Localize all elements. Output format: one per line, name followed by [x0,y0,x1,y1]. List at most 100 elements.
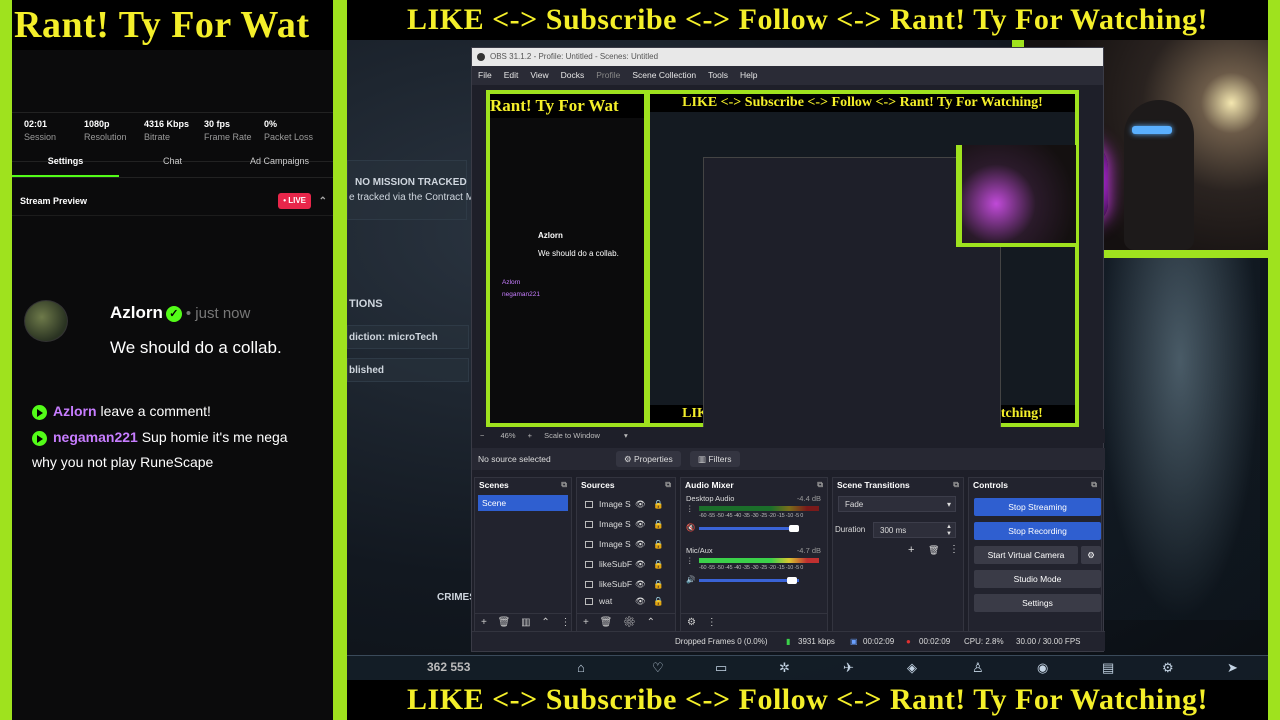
chat-icon[interactable]: ▭ [715,660,727,676]
filters-button[interactable]: ▥ Filters [690,451,740,467]
eye-icon[interactable]: 👁 [635,514,646,534]
zoom-level[interactable]: 46% [500,431,515,440]
transition-select[interactable]: Fade ▾ [838,496,956,512]
map-icon[interactable]: ◈ [907,660,917,676]
gear-icon[interactable]: ⚙ [1081,546,1101,564]
chevron-up-icon[interactable]: ⌃ [319,189,327,215]
filter-icon[interactable]: ▥ [521,617,530,628]
scale-mode-select[interactable]: Scale to Window [544,431,600,440]
studio-mode-button[interactable]: Studio Mode [974,570,1101,588]
person-icon[interactable]: ♙ [972,660,984,676]
trash-icon[interactable]: 🗑 [928,545,939,556]
streamer [1124,100,1194,250]
stream-preview-header[interactable]: Stream Preview • LIVE ⌃ [12,188,333,216]
menu-help[interactable]: Help [740,66,757,85]
menu-docks[interactable]: Docks [561,66,585,85]
obs-titlebar[interactable]: OBS 31.1.2 - Profile: Untitled - Scenes:… [472,48,1103,66]
menu-tools[interactable]: Tools [708,66,728,85]
spin-icon[interactable]: ▲ ▼ [946,524,952,538]
menu-file[interactable]: File [478,66,492,85]
source-item[interactable]: Image S 👁 🔒 [577,514,675,534]
glasses [1132,126,1172,134]
scene-transitions-dock: Scene Transitions Fade▾ Duration 300 ms▲… [832,477,964,632]
helmet-icon[interactable]: ◉ [1037,660,1048,676]
source-item[interactable]: Image S 👁 🔒 [577,534,675,554]
sources-list: Image S 👁 🔒 Image S 👁 🔒 Image S 👁 🔒 likeSubF 👁 🔒… [577,492,675,608]
chat-event: negaman221 Sup homie it's me nega [32,429,288,446]
stop-recording-button[interactable]: Stop Recording [974,522,1101,540]
volume-slider-knob[interactable] [787,577,797,584]
chat-username[interactable]: Azlorn ✓ • just now [110,303,250,323]
stop-streaming-button[interactable]: Stop Streaming [974,498,1101,516]
tab-chat[interactable]: Chat [119,148,226,177]
nested-chat-text: We should do a collab. [538,249,619,258]
volume-slider-knob[interactable] [789,525,799,532]
start-virtual-camera-button[interactable]: Start Virtual Camera [974,546,1078,564]
source-item[interactable]: wat 👁 🔒 [577,594,675,608]
more-icon[interactable]: ⋮ [686,556,694,565]
settings-icon[interactable]: ⚙ [687,617,696,628]
lock-icon[interactable]: 🔒 [653,554,664,574]
menu-view[interactable]: View [530,66,548,85]
mute-icon[interactable]: 🔇 [686,523,695,532]
eye-icon[interactable]: 👁 [635,534,646,554]
volume-slider[interactable] [699,527,799,530]
add-icon[interactable]: + [481,617,487,628]
tab-settings[interactable]: Settings [12,148,119,177]
source-item[interactable]: likeSubF 👁 🔒 [577,574,675,594]
speaker-icon[interactable]: 🔊 [686,575,695,584]
properties-button[interactable]: ⚙ Properties [616,451,681,467]
more-icon[interactable]: ⋮ [561,617,571,628]
meter-scale: -60 -55 -50 -45 -40 -35 -30 -25 -20 -15 … [699,565,804,571]
tab-ad-campaigns[interactable]: Ad Campaigns [226,148,333,177]
eye-icon[interactable]: 👁 [635,594,646,608]
sources-dock-toolbar: + 🗑 ⚙ ⌃ ⋮ [577,613,675,646]
lock-icon[interactable]: 🔒 [653,534,664,554]
ship-icon[interactable]: ✈ [843,660,854,676]
menu-scene-collection[interactable]: Scene Collection [632,66,696,85]
record-icon: ● [906,637,911,646]
obs-preview-canvas[interactable]: Rant! Ty For Wat Azlorn We should do a c… [486,90,1079,427]
network-icon[interactable]: ✲ [779,660,790,676]
lock-icon[interactable]: 🔒 [653,594,664,608]
volume-slider[interactable] [699,579,799,582]
gear-icon[interactable]: ⚙ [623,617,636,628]
chevron-up-icon[interactable]: ⌃ [541,617,549,628]
nested-banner-left: Rant! Ty For Wat [490,94,644,118]
zoom-out-icon[interactable]: − [480,431,484,440]
menu-edit[interactable]: Edit [504,66,519,85]
add-icon[interactable]: + [583,617,589,628]
menu-profile[interactable]: Profile [596,66,620,85]
scene-list-item[interactable]: Scene [478,495,568,511]
add-icon[interactable]: + [908,544,914,556]
more-icon[interactable]: ⋮ [707,617,717,628]
eye-icon[interactable]: 👁 [635,554,646,574]
obs-menubar: File Edit View Docks Profile Scene Colle… [472,66,1103,85]
duration-input[interactable]: 300 ms ▲ ▼ [873,522,956,538]
nested-banner-top: LIKE <-> Subscribe <-> Follow <-> Rant! … [650,94,1075,112]
home-icon[interactable]: ⌂ [577,660,585,675]
lock-icon[interactable]: 🔒 [653,514,664,534]
chevron-up-icon[interactable]: ⌃ [647,617,655,628]
cart-icon[interactable]: ▤ [1102,660,1114,676]
health-icon[interactable]: ♡ [652,660,664,676]
chevron-down-icon[interactable]: ▾ [624,431,628,440]
recording-time: 00:02:09 [919,637,951,646]
eye-icon[interactable]: 👁 [635,494,646,514]
settings-button[interactable]: Settings [974,594,1101,612]
trash-icon[interactable]: 🗑 [600,617,613,628]
gear-icon[interactable]: ⚙ [1162,660,1174,676]
live-badge[interactable]: • LIVE [278,193,311,209]
more-icon[interactable]: ⋮ [686,504,694,513]
lock-icon[interactable]: 🔒 [653,494,664,514]
zoom-in-icon[interactable]: + [528,431,532,440]
lock-icon[interactable]: 🔒 [653,574,664,594]
trash-icon[interactable]: 🗑 [498,617,511,628]
more-icon[interactable]: ⋮ [949,544,959,555]
image-icon [585,541,593,549]
banner-left: Rant! Ty For Wat [12,0,333,50]
eye-icon[interactable]: 👁 [635,574,646,594]
source-item[interactable]: likeSubF 👁 🔒 [577,554,675,574]
cursor-icon[interactable]: ➤ [1227,660,1238,676]
source-item[interactable]: Image S 👁 🔒 [577,494,675,514]
